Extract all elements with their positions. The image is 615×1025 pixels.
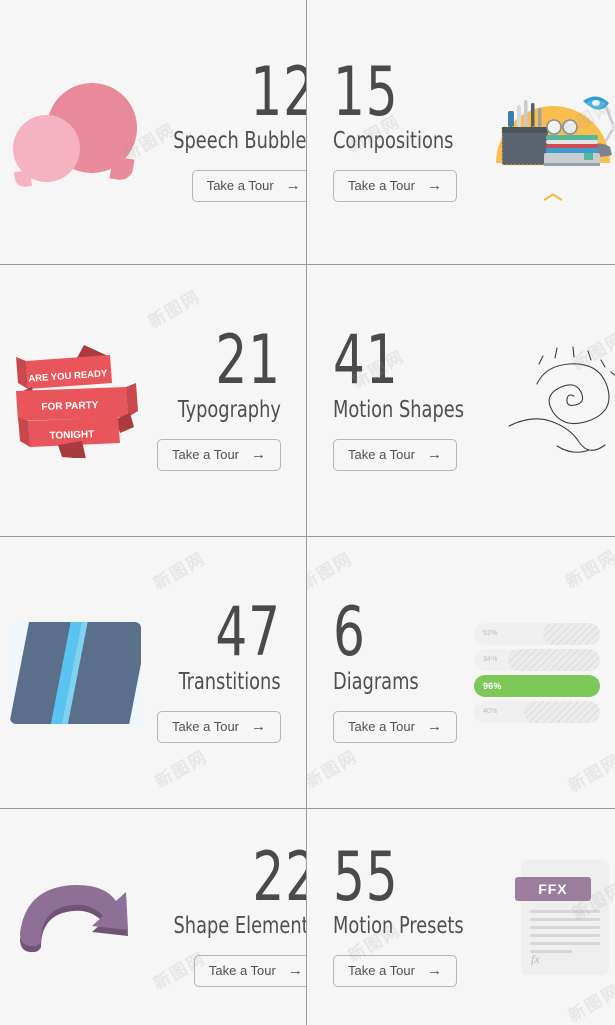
card-shape-elements[interactable]: 22 Shape Elements Take a Tour → 新图网: [0, 809, 307, 1025]
take-a-tour-button[interactable]: Take a Tour →: [191, 170, 306, 203]
card-count: 15: [333, 52, 399, 132]
arrow-right-icon: →: [287, 962, 303, 980]
take-a-tour-label: Take a Tour: [348, 178, 415, 194]
watermark: 新图网: [307, 746, 362, 793]
watermark: 新图网: [150, 548, 210, 595]
curved-arrow-illustration: [0, 809, 150, 1025]
card-label: Speech Bubbles: [173, 128, 307, 155]
take-a-tour-button[interactable]: Take a Tour →: [333, 170, 457, 203]
arrow-right-icon: →: [285, 177, 301, 195]
watermark: 新图网: [145, 286, 205, 333]
card-count: 55: [333, 837, 399, 917]
card-speech-bubbles[interactable]: 12 Speech Bubbles Take a Tour → 新图网: [0, 0, 307, 265]
card-transitions[interactable]: 47 Transtitions Take a Tour → 新图网 新图网: [0, 537, 307, 809]
take-a-tour-button[interactable]: Take a Tour →: [333, 438, 457, 471]
chevron-up-icon[interactable]: ︿: [544, 184, 563, 203]
bar-value: 40%: [482, 708, 498, 715]
card-text-block: 15 Compositions Take a Tour →: [307, 52, 473, 203]
take-a-tour-label: Take a Tour: [208, 963, 276, 979]
bar-chart: 52% 34% 96% 40%: [473, 622, 600, 723]
card-motion-presets[interactable]: 55 Motion Presets Take a Tour → FFX fx 新…: [307, 809, 615, 1025]
card-count: 21: [215, 321, 281, 401]
svg-text:FOR PARTY: FOR PARTY: [41, 400, 99, 413]
arrow-right-icon: →: [426, 962, 442, 980]
arrow-right-icon: →: [426, 717, 442, 735]
take-a-tour-button[interactable]: Take a Tour →: [193, 955, 306, 988]
card-label: Motion Presets: [333, 913, 464, 940]
feature-grid: 12 Speech Bubbles Take a Tour → 新图网 15 C…: [0, 0, 615, 1025]
speech-bubble-small-icon: [13, 115, 80, 182]
card-label: Shape Elements: [173, 913, 307, 940]
watermark: 新图网: [307, 548, 357, 595]
card-label: Typography: [177, 396, 281, 423]
take-a-tour-label: Take a Tour: [172, 446, 239, 462]
arrow-right-icon: →: [251, 717, 266, 735]
spiral-doodle-illustration: [485, 265, 615, 536]
svg-text:TONIGHT: TONIGHT: [49, 429, 94, 442]
bar-row: 52%: [473, 622, 600, 645]
curved-arrow-icon: [20, 884, 128, 953]
transition-card-illustration: [0, 537, 150, 808]
ffx-document-illustration: FFX fx: [485, 809, 615, 1025]
arrow-right-icon: →: [426, 177, 442, 195]
card-count: 6: [333, 593, 366, 673]
bar-chart-illustration: 52% 34% 96% 40%: [457, 537, 615, 808]
take-a-tour-button[interactable]: Take a Tour →: [333, 710, 457, 743]
card-label: Diagrams: [333, 668, 419, 695]
take-a-tour-label: Take a Tour: [348, 718, 415, 734]
card-text-block: 47 Transtitions Take a Tour →: [157, 593, 306, 743]
bar-value: 34%: [482, 656, 498, 663]
bar-row-active: 96%: [473, 674, 600, 697]
ribbon-banner-icon: ARE YOU READY FOR PARTY TONIGHT: [16, 345, 138, 459]
speech-bubbles-illustration: [0, 0, 150, 264]
card-diagrams[interactable]: 6 Diagrams Take a Tour → 52% 34% 96% 40%…: [307, 537, 615, 809]
fx-label: fx: [530, 951, 540, 966]
document-lines: [529, 909, 600, 953]
card-motion-shapes[interactable]: 41 Motion Shapes Take a Tour → 新图网 新图网: [307, 265, 615, 537]
take-a-tour-button[interactable]: Take a Tour →: [157, 438, 281, 471]
bar-row: 34%: [473, 648, 600, 671]
card-count: 22: [252, 837, 306, 917]
card-count: 12: [250, 52, 306, 132]
arrow-right-icon: →: [426, 445, 442, 463]
take-a-tour-label: Take a Tour: [172, 718, 239, 734]
card-count: 47: [215, 593, 281, 673]
transition-card-icon: [9, 621, 141, 724]
take-a-tour-label: Take a Tour: [348, 446, 415, 462]
card-text-block: 21 Typography Take a Tour →: [157, 321, 306, 471]
take-a-tour-label: Take a Tour: [206, 178, 274, 194]
card-label: Compositions: [333, 128, 454, 155]
spiral-doodle-icon: [508, 345, 615, 453]
card-text-block: 55 Motion Presets Take a Tour →: [307, 837, 485, 988]
card-text-block: 12 Speech Bubbles Take a Tour →: [150, 52, 307, 203]
card-count: 41: [333, 321, 399, 401]
arrow-right-icon: →: [251, 445, 266, 463]
card-label: Transtitions: [178, 668, 281, 695]
watermark: 新图网: [152, 746, 212, 793]
card-text-block: 41 Motion Shapes Take a Tour →: [307, 321, 485, 471]
ffx-document-icon: FFX fx: [514, 859, 609, 975]
card-typography[interactable]: ARE YOU READY FOR PARTY TONIGHT 21 Typog…: [0, 265, 307, 537]
card-label: Motion Shapes: [333, 396, 464, 423]
bar-row: 40%: [473, 700, 600, 723]
card-text-block: 6 Diagrams Take a Tour →: [307, 593, 457, 743]
take-a-tour-button[interactable]: Take a Tour →: [157, 710, 281, 743]
ribbon-banner-illustration: ARE YOU READY FOR PARTY TONIGHT: [0, 265, 150, 536]
bar-value: 52%: [482, 630, 498, 637]
bar-value: 96%: [482, 680, 502, 691]
ffx-badge: FFX: [514, 876, 591, 901]
take-a-tour-button[interactable]: Take a Tour →: [333, 955, 457, 988]
card-text-block: 22 Shape Elements Take a Tour →: [150, 837, 307, 988]
desk-scene-icon: [496, 96, 615, 166]
take-a-tour-label: Take a Tour: [348, 963, 415, 979]
desk-scene-illustration: ︿: [473, 0, 615, 264]
card-compositions[interactable]: 15 Compositions Take a Tour → ︿ 新图网: [307, 0, 615, 265]
